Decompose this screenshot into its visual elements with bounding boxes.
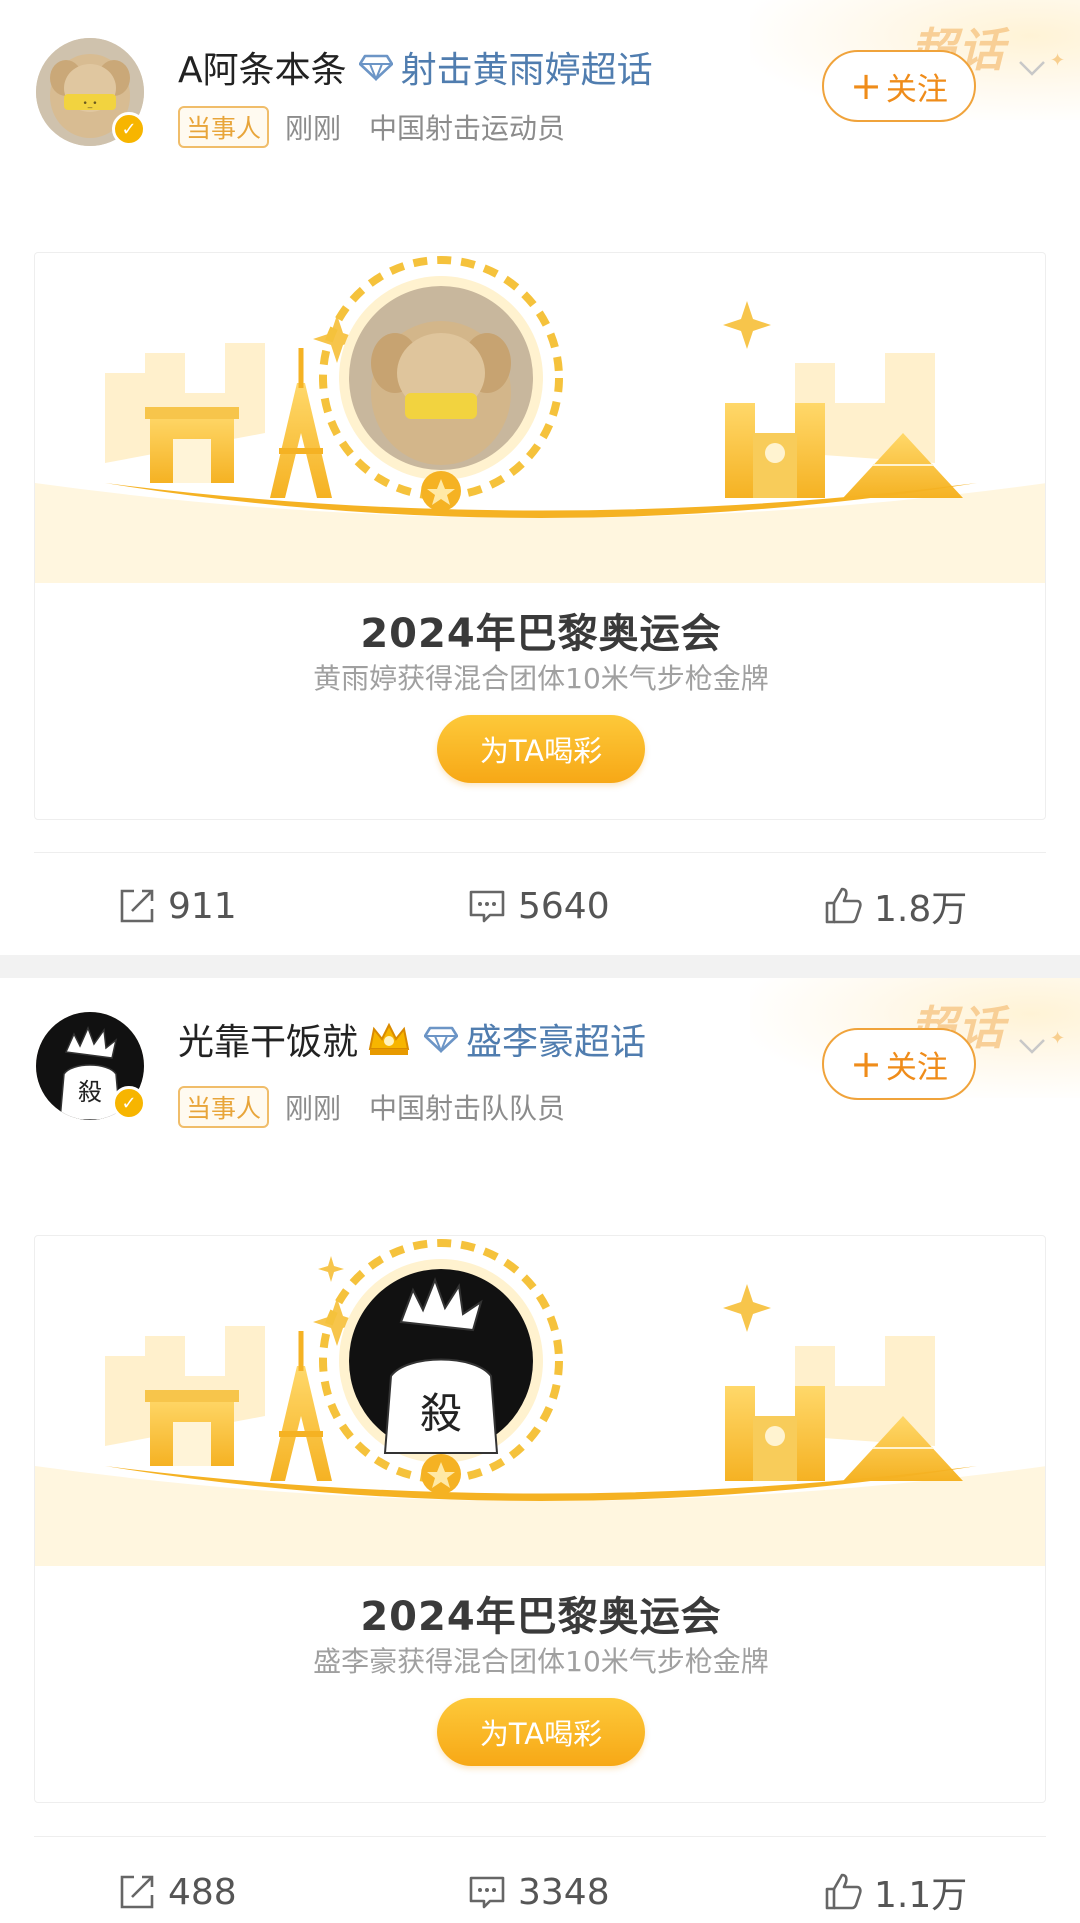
- olympic-cheer-card[interactable]: 殺 2024年巴黎奥运会 盛李豪获得混合团体10米气步枪金牌 为TA喝彩: [34, 1235, 1046, 1803]
- follow-button[interactable]: + 关注: [822, 50, 976, 122]
- user-line: A阿条本条 射击黄雨婷超话: [178, 42, 653, 92]
- username[interactable]: 光靠干饭就: [178, 1013, 358, 1065]
- svg-text:殺: 殺: [78, 1078, 102, 1106]
- follow-label: 关注: [885, 71, 948, 108]
- repost-count: 488: [168, 1871, 237, 1913]
- paris-skyline-illustration: [35, 256, 1045, 583]
- olympic-cheer-card[interactable]: 2024年巴黎奥运会 黄雨婷获得混合团体10米气步枪金牌 为TA喝彩: [34, 252, 1046, 820]
- post-time: 刚刚: [285, 1092, 342, 1125]
- party-tag: 当事人: [178, 1086, 270, 1128]
- card-subtitle: 盛李豪获得混合团体10米气步枪金牌: [313, 1645, 769, 1678]
- meta-line: 当事人 刚刚 中国射击队队员: [178, 1086, 565, 1128]
- meta-line: 当事人 刚刚 中国射击运动员: [178, 106, 565, 148]
- weibo-post: 超话 ✦ •_• ✓ A阿条本条 射击黄雨婷超话 当事人 刚刚 中国射击运动员 …: [0, 0, 1080, 955]
- username[interactable]: A阿条本条: [178, 41, 347, 93]
- follow-label: 关注: [885, 1049, 948, 1086]
- user-line: 光靠干饭就 盛李豪超话: [178, 1014, 646, 1064]
- action-bar: 911 5640 1.8万: [0, 876, 1080, 936]
- user-description: 中国射击队队员: [369, 1092, 566, 1125]
- chevron-down-icon[interactable]: [1014, 50, 1050, 86]
- plus-icon: +: [850, 1042, 882, 1086]
- like-button[interactable]: 1.1万: [822, 1862, 967, 1922]
- divider: [34, 1836, 1046, 1837]
- comment-button[interactable]: 5640: [466, 876, 610, 936]
- svg-text:•_•: •_•: [82, 99, 97, 109]
- comment-icon: [469, 890, 505, 923]
- card-title: 2024年巴黎奥运会: [360, 1594, 722, 1640]
- comment-count: 3348: [518, 1871, 610, 1913]
- crown-badge-icon: [368, 1022, 410, 1055]
- like-icon: [825, 887, 862, 924]
- cheer-button[interactable]: 为TA喝彩: [437, 1698, 645, 1766]
- like-button[interactable]: 1.8万: [822, 876, 967, 936]
- chevron-down-icon[interactable]: [1014, 1028, 1050, 1064]
- repost-icon: [120, 1875, 154, 1909]
- svg-text:殺: 殺: [420, 1389, 462, 1438]
- verified-badge-icon: ✓: [112, 1086, 146, 1120]
- divider: [34, 852, 1046, 853]
- comment-button[interactable]: 3348: [466, 1862, 610, 1922]
- diamond-topic-icon: [424, 1026, 459, 1053]
- party-tag: 当事人: [178, 106, 270, 148]
- repost-button[interactable]: 911: [116, 876, 237, 936]
- comment-icon: [469, 1876, 505, 1909]
- repost-icon: [120, 889, 154, 923]
- cheer-button[interactable]: 为TA喝彩: [437, 715, 645, 783]
- action-bar: 488 3348 1.1万: [0, 1862, 1080, 1922]
- repost-button[interactable]: 488: [116, 1862, 237, 1922]
- repost-count: 911: [168, 885, 237, 927]
- like-count: 1.1万: [874, 1875, 968, 1916]
- user-description: 中国射击运动员: [369, 112, 566, 145]
- comment-count: 5640: [518, 885, 610, 927]
- like-count: 1.8万: [874, 889, 968, 930]
- paris-skyline-illustration: 殺: [35, 1239, 1045, 1566]
- weibo-post: 超话 ✦ 殺 ✓ 光靠干饭就 盛李豪超话 当事人 刚刚 中国射击队队员 + 关注…: [0, 978, 1080, 1923]
- like-icon: [825, 1873, 862, 1910]
- post-separator: [0, 955, 1080, 978]
- post-time: 刚刚: [285, 112, 342, 145]
- diamond-topic-icon: [358, 54, 393, 81]
- plus-icon: +: [850, 64, 882, 108]
- card-title: 2024年巴黎奥运会: [360, 611, 722, 657]
- supertopic-link[interactable]: 射击黄雨婷超话: [401, 41, 653, 93]
- supertopic-link[interactable]: 盛李豪超话: [466, 1013, 646, 1065]
- follow-button[interactable]: + 关注: [822, 1028, 976, 1100]
- card-subtitle: 黄雨婷获得混合团体10米气步枪金牌: [313, 662, 769, 695]
- verified-badge-icon: ✓: [112, 112, 146, 146]
